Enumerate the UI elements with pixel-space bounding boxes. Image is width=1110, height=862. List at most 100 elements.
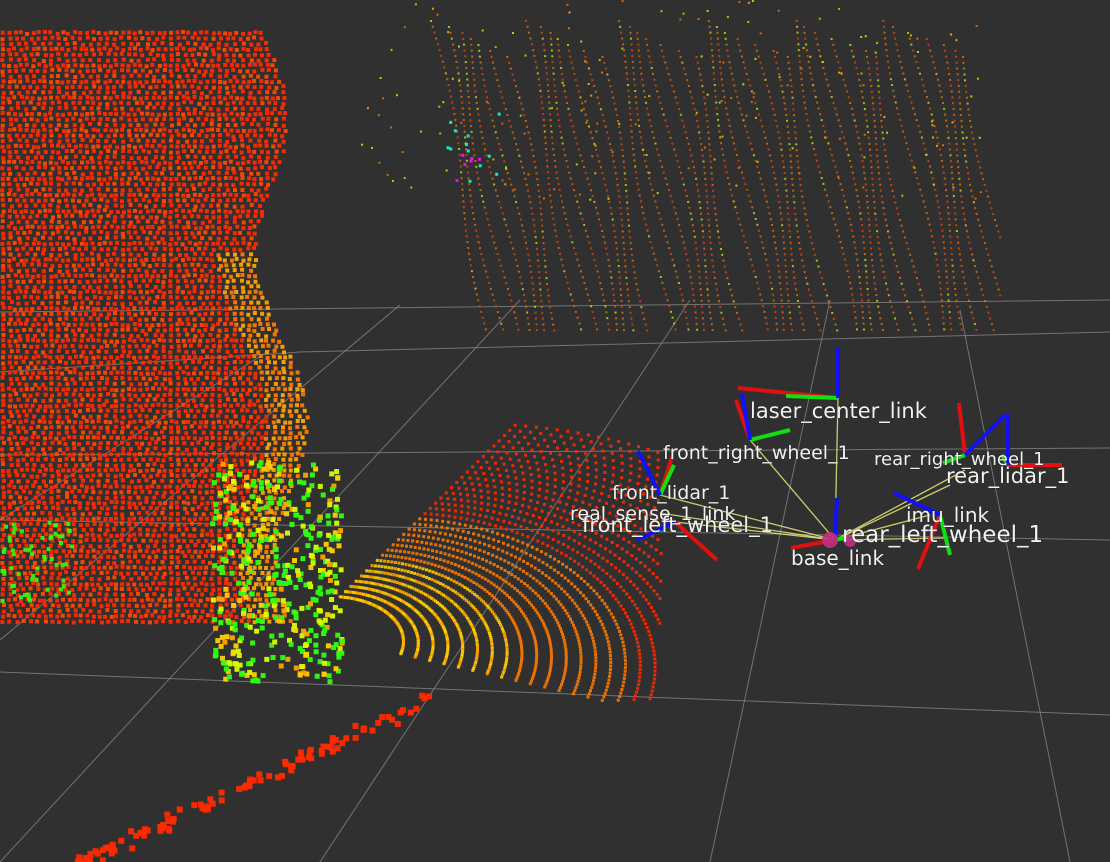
- cloud-point: [55, 95, 60, 100]
- cloud-point: [716, 113, 719, 116]
- cloud-point: [866, 288, 869, 290]
- cloud-point: [713, 276, 716, 279]
- cloud-point: [772, 50, 775, 52]
- cloud-point: [225, 166, 230, 171]
- cloud-point: [186, 225, 191, 229]
- cloud-point: [50, 231, 55, 236]
- cloud-point: [598, 218, 601, 221]
- cloud-point: [192, 323, 197, 328]
- cloud-point: [108, 96, 113, 101]
- cloud-point: [71, 133, 76, 138]
- cloud-point: [144, 269, 149, 274]
- cloud-point: [19, 226, 24, 231]
- cloud-point: [17, 74, 22, 79]
- cloud-point: [160, 236, 165, 241]
- cloud-point: [693, 305, 696, 308]
- cloud-point: [41, 90, 46, 95]
- cloud-point: [944, 258, 947, 261]
- cloud-point: [218, 198, 223, 203]
- cloud-point: [128, 202, 133, 207]
- cloud-point: [618, 195, 621, 198]
- cloud-point: [824, 136, 827, 139]
- cloud-point: [24, 321, 28, 326]
- cloud-point: [8, 283, 13, 288]
- cloud-point: [758, 171, 760, 174]
- cloud-point: [240, 267, 245, 272]
- cloud-point: [258, 112, 263, 117]
- cloud-point: [956, 154, 959, 157]
- cloud-point: [664, 235, 667, 238]
- cloud-point: [764, 316, 767, 319]
- cloud-point: [637, 294, 640, 297]
- cloud-point: [43, 64, 48, 69]
- cloud-point: [564, 154, 567, 157]
- cloud-point: [25, 268, 29, 273]
- cloud-point: [549, 200, 552, 203]
- cloud-point: [751, 0, 754, 2]
- 3d-viewport[interactable]: laser_center_link front_right_wheel_1 fr…: [0, 0, 1110, 862]
- cloud-point: [510, 299, 513, 302]
- cloud-point: [217, 215, 222, 220]
- cloud-point: [15, 262, 20, 267]
- cloud-point: [987, 195, 989, 198]
- cloud-point: [121, 252, 126, 257]
- cloud-point: [496, 137, 499, 140]
- cloud-point: [133, 359, 138, 364]
- cloud-point: [548, 101, 551, 104]
- cloud-point: [551, 142, 554, 145]
- cloud-point: [169, 53, 174, 58]
- cloud-point: [162, 112, 167, 117]
- cloud-point: [726, 177, 729, 180]
- cloud-point: [245, 117, 250, 122]
- cloud-point: [560, 67, 563, 70]
- cloud-point: [934, 188, 937, 191]
- cloud-point: [283, 387, 288, 392]
- cloud-point: [155, 68, 160, 73]
- cloud-point: [466, 134, 470, 138]
- cloud-point: [31, 371, 35, 376]
- cloud-point: [203, 165, 208, 170]
- cloud-point: [852, 299, 855, 302]
- cloud-point: [218, 133, 222, 137]
- cloud-point: [71, 100, 76, 105]
- cloud-point: [129, 138, 134, 143]
- cloud-point: [725, 271, 727, 274]
- cloud-point: [715, 26, 718, 28]
- cloud-point: [211, 210, 216, 215]
- cloud-point: [260, 213, 264, 218]
- cloud-point: [73, 144, 78, 149]
- cloud-point: [696, 119, 699, 122]
- cloud-point: [761, 241, 764, 244]
- cloud-point: [200, 203, 205, 208]
- cloud-point: [879, 114, 882, 117]
- cloud-point: [948, 218, 950, 221]
- cloud-point: [793, 276, 796, 279]
- cloud-point: [628, 224, 630, 227]
- cloud-point: [754, 218, 757, 220]
- cloud-point: [145, 236, 150, 241]
- cloud-point: [883, 116, 886, 119]
- cloud-point: [91, 360, 96, 365]
- cloud-point: [203, 246, 208, 251]
- cloud-point: [50, 198, 55, 203]
- cloud-point: [980, 172, 983, 175]
- cloud-point: [704, 102, 707, 105]
- cloud-point: [43, 117, 48, 122]
- cloud-point: [19, 370, 24, 375]
- cloud-point: [224, 203, 229, 208]
- cloud-point: [622, 329, 625, 332]
- cloud-point: [583, 224, 586, 226]
- cloud-point: [136, 42, 141, 47]
- cloud-point: [22, 262, 27, 267]
- cloud-point: [42, 46, 47, 51]
- cloud-point: [267, 132, 272, 137]
- cloud-point: [739, 107, 742, 110]
- cloud-point: [497, 112, 501, 116]
- cloud-point: [700, 294, 703, 296]
- cloud-point: [795, 143, 798, 146]
- cloud-point: [152, 252, 157, 257]
- cloud-point: [85, 289, 90, 294]
- cloud-point: [562, 84, 565, 87]
- cloud-point: [718, 130, 721, 133]
- cloud-point: [252, 160, 257, 165]
